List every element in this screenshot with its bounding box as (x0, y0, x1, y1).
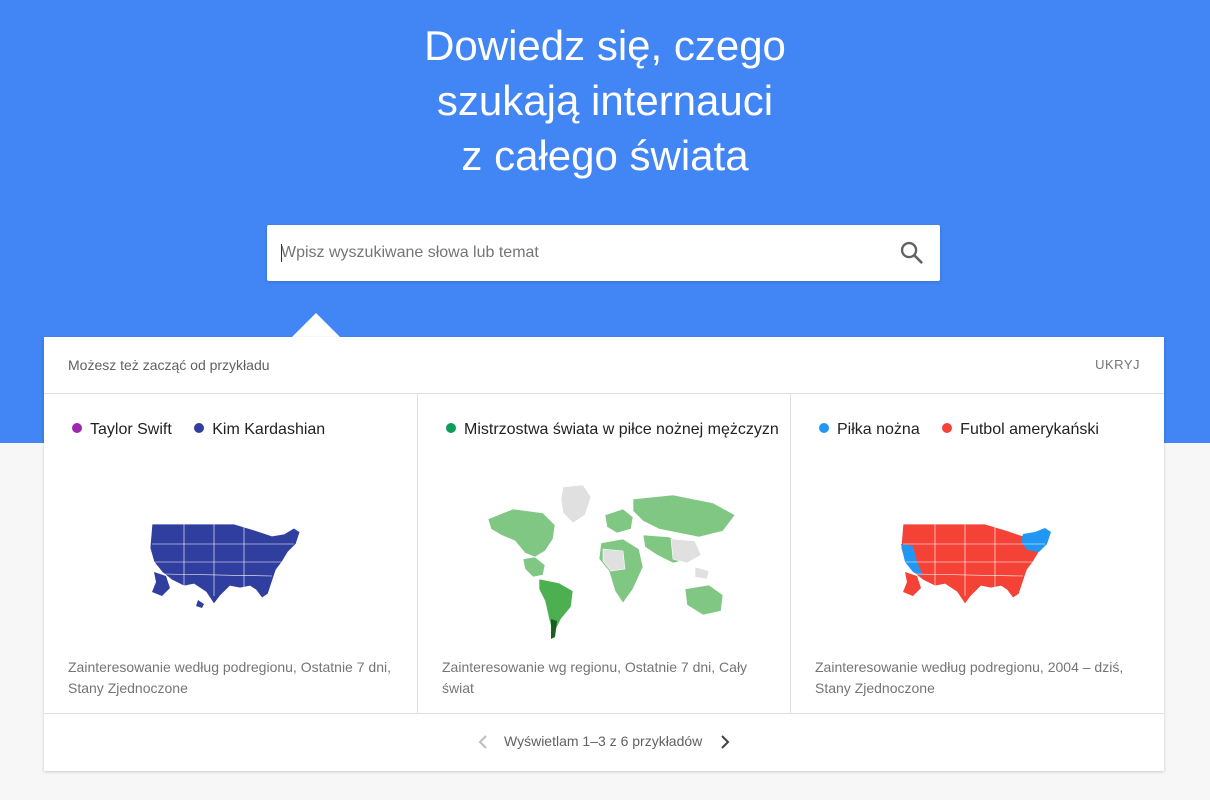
example-card[interactable]: Mistrzostwa świata w piłce nożnej mężczy… (417, 394, 790, 714)
search-box[interactable] (267, 225, 940, 281)
us-map (900, 523, 1052, 605)
examples-header-label: Możesz też zacząć od przykładu (68, 357, 270, 373)
legend-dot (819, 423, 829, 433)
example-description: Zainteresowanie według podregionu, Ostat… (68, 659, 391, 696)
examples-panel: Możesz też zacząć od przykładu UKRYJ Tay… (44, 337, 1164, 771)
legend-item: Piłka nożna (819, 421, 920, 439)
text-cursor (281, 244, 282, 262)
world-map (487, 484, 736, 639)
pagination: Wyświetlam 1–3 z 6 przykładów (44, 714, 1164, 771)
example-legend: Mistrzostwa świata w piłce nożnej mężczy… (446, 421, 797, 439)
example-card[interactable]: Piłka nożna Futbol amerykański Zainteres… (790, 394, 1164, 714)
chevron-right-icon[interactable] (715, 732, 735, 752)
legend-dot (446, 423, 456, 433)
legend-label: Taylor Swift (90, 421, 172, 438)
legend-item: Mistrzostwa świata w piłce nożnej mężczy… (446, 421, 779, 439)
legend-item: Taylor Swift (72, 421, 172, 439)
search-input[interactable] (281, 225, 881, 281)
examples-header: Możesz też zacząć od przykładu UKRYJ (44, 337, 1164, 394)
hero-title-line: z całego świata (461, 132, 749, 179)
legend-item: Futbol amerykański (942, 421, 1099, 439)
example-description: Zainteresowanie według podregionu, 2004 … (815, 659, 1124, 696)
legend-label: Kim Kardashian (212, 421, 326, 438)
hero-title-line: szukają internauci (436, 77, 774, 124)
hero-title-line: Dowiedz się, czego (424, 22, 786, 69)
legend-dot (194, 423, 205, 433)
hero-title: Dowiedz się, czego szukają internauci z … (0, 18, 1210, 183)
example-description: Zainteresowanie wg regionu, Ostatnie 7 d… (442, 659, 748, 696)
callout-pointer (291, 313, 341, 338)
example-card[interactable]: Taylor Swift Kim Kardashian Zainteresowa… (44, 394, 417, 714)
example-legend: Taylor Swift Kim Kardashian (72, 421, 343, 439)
hide-button[interactable]: UKRYJ (1095, 357, 1140, 372)
legend-dot (72, 423, 82, 433)
legend-label: Piłka nożna (837, 421, 920, 438)
legend-label: Futbol amerykański (960, 421, 1099, 438)
pagination-label: Wyświetlam 1–3 z 6 przykładów (504, 733, 703, 749)
us-map (149, 523, 301, 608)
legend-label: Mistrzostwa świata w piłce nożnej mężczy… (464, 421, 779, 438)
example-legend: Piłka nożna Futbol amerykański (819, 421, 1117, 439)
search-icon[interactable] (898, 239, 926, 267)
legend-dot (942, 423, 953, 433)
chevron-left-icon[interactable] (474, 732, 494, 752)
examples-row: Taylor Swift Kim Kardashian Zainteresowa… (44, 394, 1164, 714)
legend-item: Kim Kardashian (194, 421, 325, 439)
